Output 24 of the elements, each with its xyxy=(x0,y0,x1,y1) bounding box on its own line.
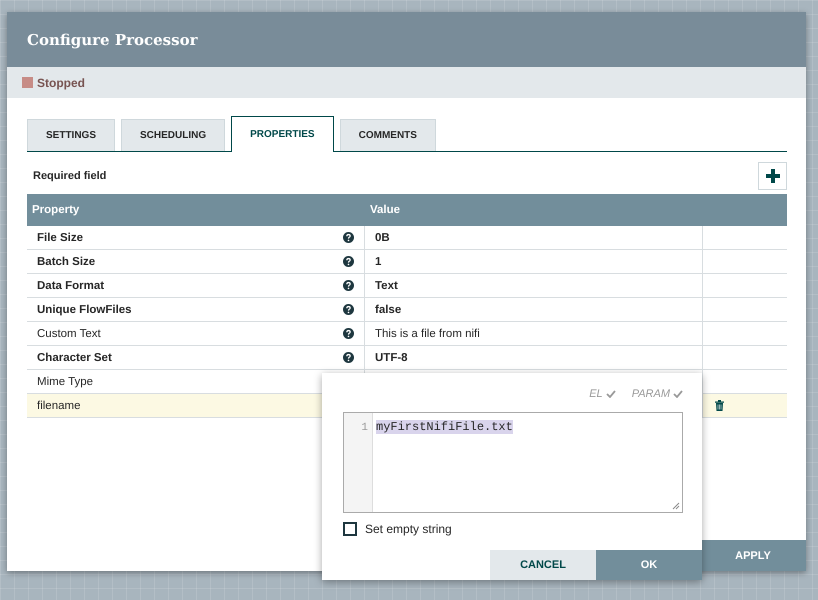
checkbox-label: Set empty string xyxy=(365,522,452,536)
column-header: Value xyxy=(369,204,402,216)
property-value: UTF-8 xyxy=(375,352,408,364)
property-name: Unique FlowFiles xyxy=(37,304,132,316)
property-value: 0B xyxy=(375,232,390,244)
property-value: 1 xyxy=(375,256,382,268)
editor-text: myFirstNifiFile.txt xyxy=(376,420,513,434)
property-value: This is a file from nifi xyxy=(375,328,480,340)
status-label: Stopped xyxy=(37,76,85,90)
property-value: false xyxy=(375,304,402,316)
support-indicator: EL xyxy=(589,385,616,403)
property-name: Custom Text xyxy=(37,328,101,340)
column-header: Property xyxy=(31,204,80,216)
property-value: Text xyxy=(375,280,398,292)
dialog-title: Configure Processor xyxy=(27,30,198,48)
support-indicator: PARAM xyxy=(632,385,683,403)
property-name: Mime Type xyxy=(37,376,94,388)
property-name: Batch Size xyxy=(37,256,96,268)
property-name: File Size xyxy=(37,232,84,244)
property-name: filename xyxy=(37,400,80,412)
property-name: Character Set xyxy=(37,352,112,364)
required-field-note: Required field xyxy=(33,170,106,182)
property-name: Data Format xyxy=(37,280,104,292)
line-number: 1 xyxy=(361,422,368,434)
